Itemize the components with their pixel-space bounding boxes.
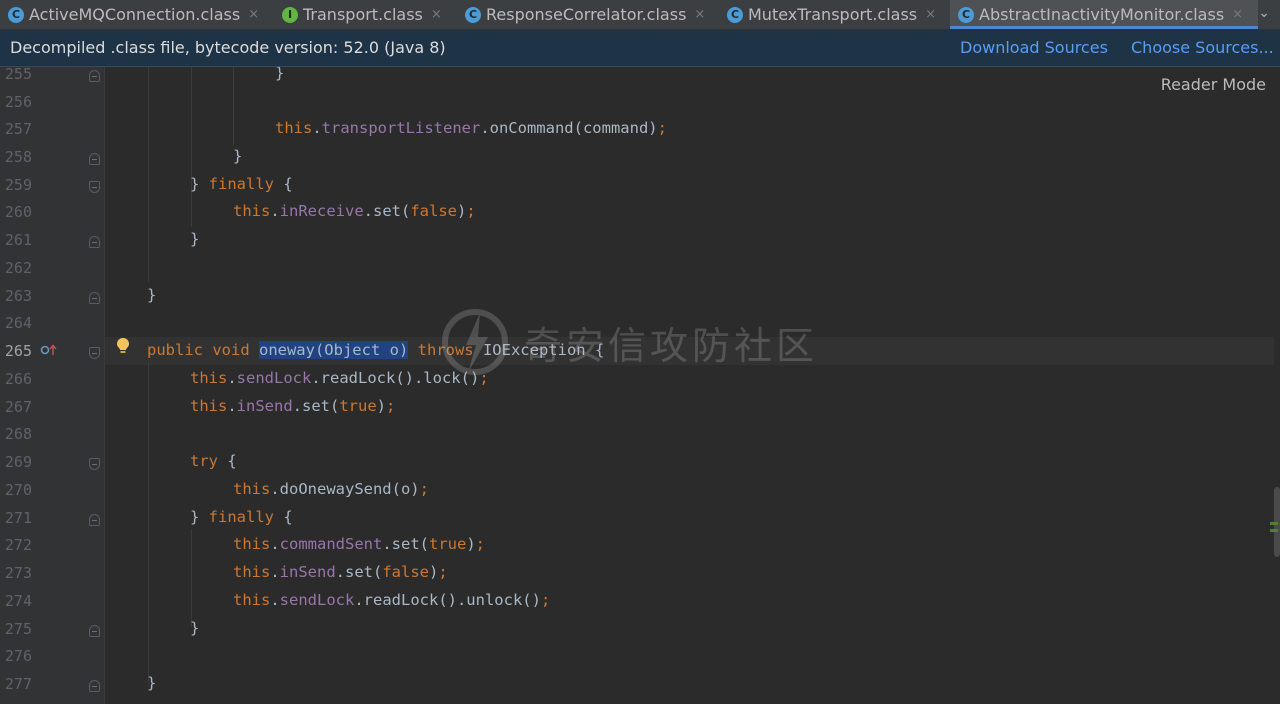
close-icon[interactable]: × xyxy=(1232,7,1243,22)
overrides-method-icon[interactable] xyxy=(40,343,58,357)
close-icon[interactable]: × xyxy=(248,7,259,22)
tab-label: ActiveMQConnection.class xyxy=(29,5,241,24)
line-number: 272 xyxy=(4,536,32,554)
tab-list-chevron-icon[interactable]: ⌄ xyxy=(1258,5,1270,21)
line-number: 262 xyxy=(4,259,32,277)
code-line[interactable]: this.inSend.set(false); xyxy=(105,563,448,581)
code-line-current[interactable]: public void oneway(Object o) throws IOEx… xyxy=(105,341,604,359)
code-line[interactable]: } xyxy=(105,286,156,304)
code-line[interactable]: this.inSend.set(true); xyxy=(105,397,395,415)
code-line[interactable]: } xyxy=(105,230,199,248)
fold-marker[interactable] xyxy=(89,625,100,637)
line-number: 269 xyxy=(4,453,32,471)
class-icon: C xyxy=(465,6,481,23)
line-number: 266 xyxy=(4,370,32,388)
fold-marker[interactable] xyxy=(89,680,100,692)
tab-label: Transport.class xyxy=(303,5,423,24)
code-line[interactable]: this.doOnewaySend(o); xyxy=(105,480,429,498)
decompiled-banner: Decompiled .class file, bytecode version… xyxy=(0,30,1280,67)
close-icon[interactable]: × xyxy=(431,7,442,22)
code-line[interactable]: } finally { xyxy=(105,175,293,193)
line-number-current: 265 xyxy=(4,342,32,360)
class-icon: C xyxy=(958,6,974,23)
tab-abstractinactivitymonitor[interactable]: C AbstractInactivityMonitor.class × xyxy=(950,0,1258,29)
vertical-scrollbar[interactable] xyxy=(1274,67,1280,704)
line-number: 264 xyxy=(4,314,32,332)
line-number: 274 xyxy=(4,592,32,610)
code-line[interactable]: try { xyxy=(105,452,237,470)
line-number: 277 xyxy=(4,675,32,693)
fold-marker[interactable] xyxy=(89,292,100,304)
line-number: 275 xyxy=(4,620,32,638)
fold-marker[interactable] xyxy=(89,70,100,82)
interface-icon: I xyxy=(282,6,298,23)
line-number: 257 xyxy=(4,120,32,138)
line-number: 258 xyxy=(4,148,32,166)
line-number: 276 xyxy=(4,647,32,665)
choose-sources-link[interactable]: Choose Sources... xyxy=(1131,38,1274,57)
fold-marker[interactable] xyxy=(89,181,100,193)
tab-transport[interactable]: I Transport.class × xyxy=(282,0,450,29)
code-line[interactable]: this.commandSent.set(true); xyxy=(105,535,485,553)
close-icon[interactable]: × xyxy=(925,7,936,22)
class-icon: C xyxy=(8,6,24,23)
fold-marker[interactable] xyxy=(89,514,100,526)
fold-marker[interactable] xyxy=(89,347,100,359)
line-number: 255 xyxy=(4,67,32,83)
line-number: 271 xyxy=(4,509,32,527)
line-number: 270 xyxy=(4,481,32,499)
close-icon[interactable]: × xyxy=(694,7,705,22)
reader-mode-button[interactable]: Reader Mode xyxy=(1161,75,1266,94)
line-number: 256 xyxy=(4,93,32,111)
line-number: 273 xyxy=(4,564,32,582)
code-editor[interactable]: 255 256 257 258 259 260 261 262 263 264 … xyxy=(0,67,1280,704)
download-sources-link[interactable]: Download Sources xyxy=(960,38,1108,57)
scrollbar-marker xyxy=(1270,522,1278,525)
code-line[interactable]: this.sendLock.readLock().lock(); xyxy=(105,369,489,387)
code-line[interactable]: } xyxy=(105,619,199,637)
code-line[interactable]: } xyxy=(105,674,156,692)
line-number: 261 xyxy=(4,231,32,249)
scrollbar-marker xyxy=(1270,529,1278,532)
line-number: 260 xyxy=(4,203,32,221)
line-number: 267 xyxy=(4,398,32,416)
code-line[interactable]: } finally { xyxy=(105,508,293,526)
tab-label: MutexTransport.class xyxy=(748,5,918,24)
line-number: 259 xyxy=(4,176,32,194)
fold-marker[interactable] xyxy=(89,458,100,470)
line-number: 263 xyxy=(4,287,32,305)
tab-mutextransport[interactable]: C MutexTransport.class × xyxy=(727,0,945,29)
banner-text: Decompiled .class file, bytecode version… xyxy=(10,38,446,57)
line-number: 268 xyxy=(4,425,32,443)
tab-label: AbstractInactivityMonitor.class xyxy=(979,5,1225,24)
code-line[interactable]: } xyxy=(105,67,284,82)
tab-label: ResponseCorrelator.class xyxy=(486,5,687,24)
code-line[interactable]: this.sendLock.readLock().unlock(); xyxy=(105,591,550,609)
fold-marker[interactable] xyxy=(89,236,100,248)
code-line[interactable]: this.transportListener.onCommand(command… xyxy=(105,119,667,137)
fold-marker[interactable] xyxy=(89,153,100,165)
tab-activemqconnection[interactable]: C ActiveMQConnection.class × xyxy=(8,0,270,29)
code-line[interactable]: this.inReceive.set(false); xyxy=(105,202,476,220)
tab-responsecorrelator[interactable]: C ResponseCorrelator.class × xyxy=(465,0,711,29)
class-icon: C xyxy=(727,6,743,23)
code-line[interactable]: } xyxy=(105,147,242,165)
editor-tab-bar: C ActiveMQConnection.class × I Transport… xyxy=(0,0,1280,30)
